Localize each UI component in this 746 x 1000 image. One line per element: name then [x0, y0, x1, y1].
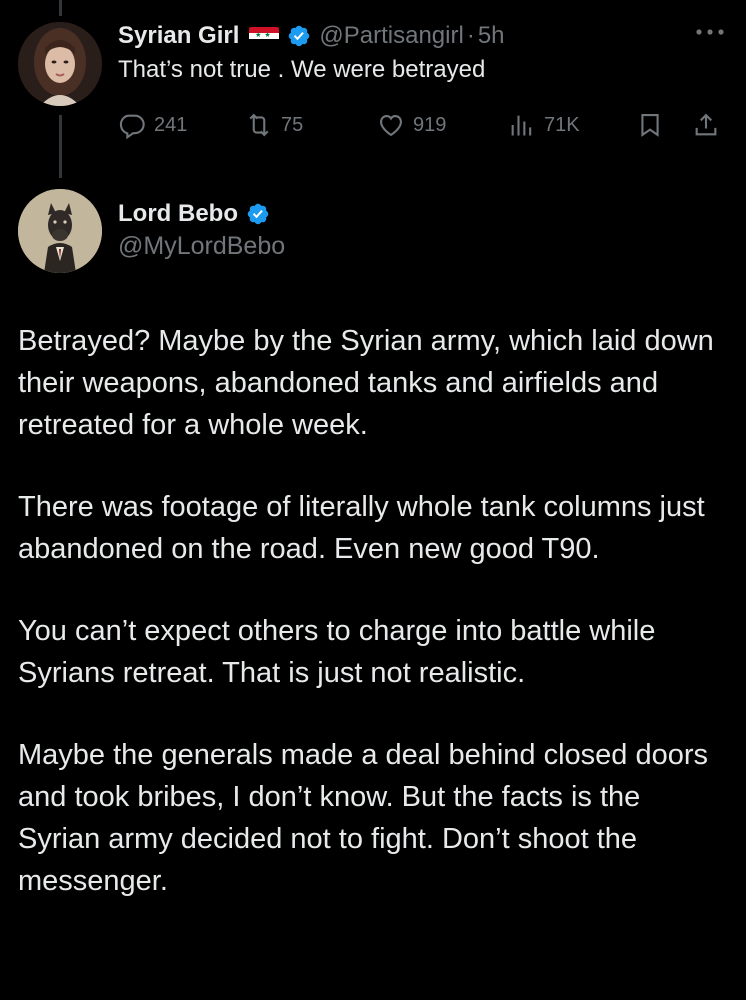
like-button[interactable]: 919 [377, 108, 446, 142]
like-count: 919 [413, 113, 447, 136]
views-icon [511, 115, 532, 136]
separator-dot: · [466, 22, 475, 49]
reply-icon [119, 114, 145, 139]
parent-tweet-header: Syrian Girl ★★ @Partisangirl · 5h [118, 18, 505, 54]
like-icon [380, 114, 402, 137]
views-button[interactable]: 71K [508, 108, 580, 142]
main-tweet-header: Lord Bebo [118, 196, 270, 232]
thread-connector-top [59, 0, 62, 16]
tweet-actions-bar: 241 75 919 71K [0, 108, 746, 142]
bookmark-icon [641, 114, 659, 137]
avatar-lord-bebo[interactable] [18, 189, 102, 273]
parent-tweet-text: That’s not true . We were betrayed [118, 56, 486, 83]
author-name[interactable]: Lord Bebo [118, 200, 238, 228]
repost-count: 75 [281, 113, 304, 136]
bookmark-button[interactable] [636, 108, 664, 142]
avatar-portrait-icon [18, 22, 102, 106]
repost-icon [249, 113, 269, 137]
main-tweet-body: Betrayed? Maybe by the Syrian army, whic… [18, 320, 730, 942]
tweet-paragraph: You can’t expect others to charge into b… [18, 615, 656, 689]
repost-button[interactable]: 75 [245, 108, 303, 142]
tweet-paragraph: There was footage of literally whole tan… [18, 491, 705, 565]
tweet-paragraph: Maybe the generals made a deal behind cl… [18, 739, 709, 897]
verified-badge-icon [247, 203, 269, 225]
share-button[interactable] [692, 108, 720, 142]
views-count: 71K [544, 113, 580, 136]
verified-badge-icon [289, 25, 310, 47]
author-handle[interactable]: @MyLordBebo [118, 232, 285, 261]
reply-button[interactable]: 241 [118, 108, 187, 142]
reply-count: 241 [154, 113, 188, 136]
syria-flag-icon: ★★ [249, 27, 280, 45]
author-handle[interactable]: @Partisangirl [319, 22, 463, 50]
author-name[interactable]: Syrian Girl [118, 22, 239, 50]
tweet-thread: Syrian Girl ★★ @Partisangirl · 5h That’s… [0, 0, 746, 1000]
share-icon [695, 113, 717, 136]
avatar-syrian-girl[interactable] [18, 22, 102, 106]
tweet-time[interactable]: 5h [478, 22, 505, 50]
avatar-dog-portrait-icon [18, 189, 102, 273]
more-icon[interactable] [693, 22, 727, 42]
tweet-paragraph: Betrayed? Maybe by the Syrian army, whic… [18, 325, 714, 441]
